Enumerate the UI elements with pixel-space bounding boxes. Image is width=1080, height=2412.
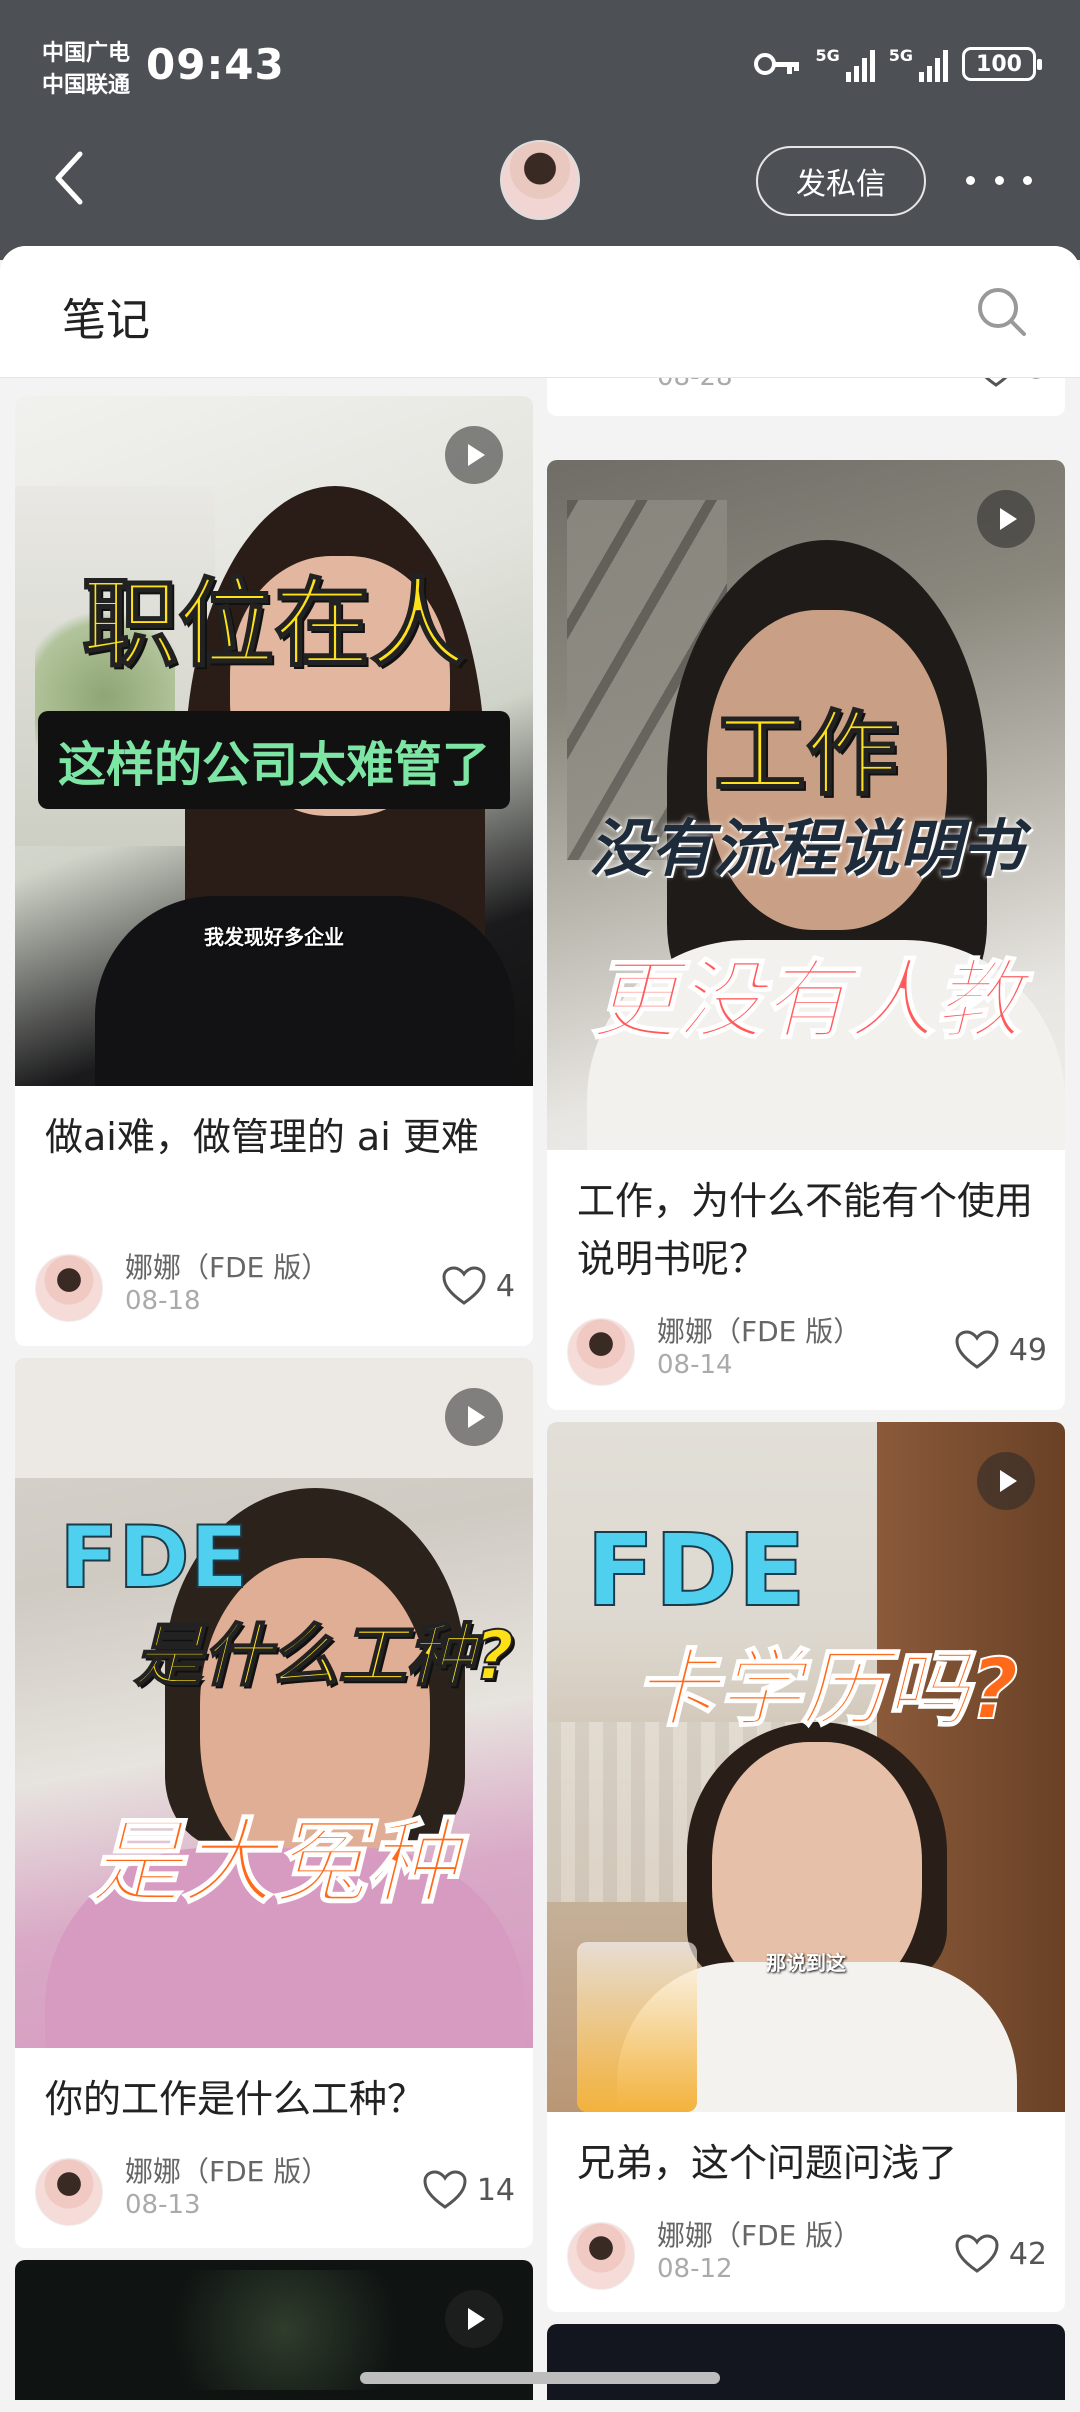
dot-icon	[1023, 175, 1032, 185]
like-count: 4	[495, 1268, 515, 1304]
author-name: 娜娜（FDE 版）	[125, 2155, 330, 2188]
author-avatar	[35, 1254, 103, 1322]
note-date: 08-18	[125, 1286, 201, 1316]
battery-icon: 100	[962, 47, 1042, 81]
author-avatar	[567, 2222, 635, 2290]
back-button[interactable]	[50, 148, 90, 208]
note-card[interactable]	[547, 2324, 1065, 2400]
note-title[interactable]: 做ai难，做管理的 ai 更难	[45, 1108, 515, 1166]
thumbnail-caption-main: FDE	[585, 1511, 807, 1630]
like-button[interactable]: 3	[974, 378, 1047, 388]
play-icon	[977, 1452, 1035, 1510]
note-card[interactable]: 工作 没有流程说明书 更没有人教 工作，为什么不能有个使用说明书呢？ 娜娜（FD…	[547, 460, 1065, 1410]
note-date: 08-12	[657, 2254, 733, 2284]
note-card[interactable]: 08-28 3	[547, 378, 1065, 416]
author-name: 娜娜（FDE 版）	[657, 2219, 862, 2252]
notes-panel: 笔记 职位在人 这样的公司太难管了 我发现好多企业 做ai难，做管理的 ai 更…	[0, 246, 1080, 2412]
note-card[interactable]: 职位在人 这样的公司太难管了 我发现好多企业 做ai难，做管理的 ai 更难 娜…	[15, 396, 533, 1346]
note-meta: 娜娜（FDE 版） 08-13 14	[35, 2150, 515, 2230]
note-meta: 08-28 3	[567, 378, 1047, 398]
panel-title: 笔记	[62, 295, 150, 346]
profile-avatar[interactable]	[500, 140, 580, 220]
thumbnail-caption-line2: 是什么工种?	[133, 1616, 514, 1697]
note-title[interactable]: 你的工作是什么工种？	[45, 2070, 515, 2128]
author-avatar	[567, 1318, 635, 1386]
send-message-button[interactable]: 发私信	[756, 146, 926, 216]
like-count: 14	[476, 2172, 515, 2208]
home-indicator[interactable]	[360, 2372, 720, 2384]
note-meta: 娜娜（FDE 版） 08-12 42	[567, 2214, 1047, 2294]
video-thumbnail[interactable]: 工作 没有流程说明书 更没有人教	[547, 460, 1065, 1150]
like-button[interactable]: 42	[955, 2234, 1047, 2274]
note-title[interactable]: 工作，为什么不能有个使用说明书呢？	[577, 1172, 1047, 1288]
like-button[interactable]: 4	[442, 1266, 515, 1306]
heart-icon	[423, 2170, 467, 2209]
note-meta: 娜娜（FDE 版） 08-18 4	[35, 1246, 515, 1326]
thumbnail-caption-line2: 没有流程说明书	[588, 812, 1023, 885]
nav-bar: 发私信	[0, 130, 1080, 240]
thumbnail-subtitle: 那说到这	[766, 1951, 846, 1975]
thumbnail-caption-line3: 更没有人教	[590, 950, 1022, 1052]
clock: 09:43	[146, 40, 285, 89]
video-thumbnail[interactable]: FDE 卡学历吗? 那说到这	[547, 1422, 1065, 2112]
search-icon	[978, 288, 1026, 336]
thumbnail-caption-band: 这样的公司太难管了	[37, 711, 510, 809]
carrier-2: 中国联通	[42, 73, 131, 98]
profile-notes-page: 中国广电 中国联通 09:43 5G 5G 100 发私信 笔记 职位在人 这样…	[0, 0, 1080, 2412]
heart-icon	[955, 1330, 999, 1369]
video-thumbnail[interactable]: FDE 是什么工种? 是大冤种	[15, 1358, 533, 2048]
note-date: 08-14	[657, 1350, 733, 1380]
like-button[interactable]: 49	[955, 1330, 1047, 1370]
play-icon	[977, 490, 1035, 548]
heart-icon	[955, 2234, 999, 2273]
thumbnail-caption-line2: 卡学历吗?	[633, 1639, 1020, 1739]
panel-header: 笔记	[0, 246, 1080, 378]
more-options-button[interactable]	[966, 160, 1032, 200]
heart-icon	[984, 378, 1008, 387]
play-icon	[445, 1388, 503, 1446]
carrier-info: 中国广电 中国联通	[42, 38, 130, 102]
thumbnail-caption-main: FDE	[59, 1507, 250, 1609]
signal-1-icon: 5G	[815, 46, 875, 82]
dot-icon	[994, 175, 1004, 185]
thumbnail-subtitle: 我发现好多企业	[204, 925, 344, 949]
note-card[interactable]: FDE 卡学历吗? 那说到这 兄弟，这个问题问浅了 娜娜（FDE 版） 08-1…	[547, 1422, 1065, 2312]
note-date: 08-28	[657, 378, 733, 392]
status-bar: 中国广电 中国联通 09:43 5G 5G 100	[0, 0, 1080, 130]
carrier-1: 中国广电	[42, 41, 131, 66]
play-icon	[445, 2290, 503, 2348]
author-name: 娜娜（FDE 版）	[125, 1251, 330, 1284]
like-button[interactable]: 14	[423, 2170, 515, 2210]
dot-icon	[966, 175, 975, 185]
chevron-left-icon	[55, 151, 83, 205]
like-count: 3	[1028, 378, 1047, 386]
search-button[interactable]	[974, 284, 1030, 340]
thumbnail-caption-main: 工作	[713, 700, 899, 809]
like-count: 49	[1008, 1332, 1047, 1368]
signal-2-icon: 5G	[889, 46, 948, 82]
note-date: 08-13	[125, 2190, 201, 2220]
author-name: 娜娜（FDE 版）	[657, 1315, 862, 1348]
like-count: 42	[1008, 2236, 1047, 2272]
status-icons: 5G 5G 100	[753, 46, 1042, 82]
author-avatar	[35, 2158, 103, 2226]
note-card[interactable]: FDE 是什么工种? 是大冤种 你的工作是什么工种？ 娜娜（FDE 版） 08-…	[15, 1358, 533, 2248]
heart-icon	[442, 1266, 486, 1305]
thumbnail-caption-main: 职位在人	[81, 567, 467, 681]
play-icon	[445, 426, 503, 484]
video-thumbnail[interactable]: 职位在人 这样的公司太难管了 我发现好多企业	[15, 396, 533, 1086]
notes-feed[interactable]: 职位在人 这样的公司太难管了 我发现好多企业 做ai难，做管理的 ai 更难 娜…	[0, 378, 1080, 2400]
note-title[interactable]: 兄弟，这个问题问浅了	[577, 2134, 1047, 2192]
thumbnail-caption-line3: 是大冤种	[89, 1808, 459, 1917]
note-meta: 娜娜（FDE 版） 08-14 49	[567, 1310, 1047, 1390]
key-icon	[754, 53, 800, 75]
